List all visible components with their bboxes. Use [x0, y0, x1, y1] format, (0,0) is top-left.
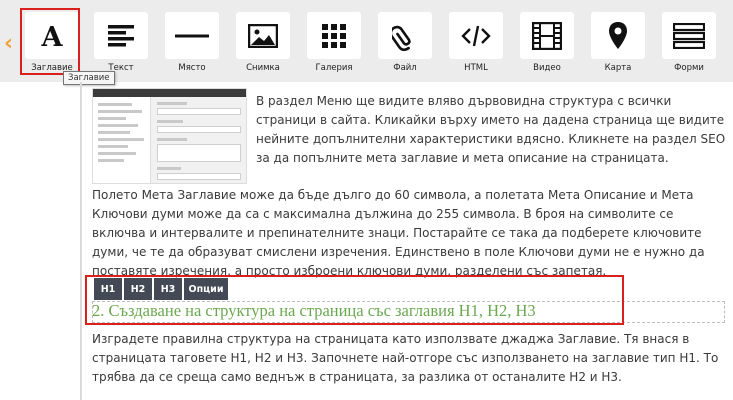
- seo-screenshot-thumbnail: [92, 88, 247, 184]
- tool-label: Галерия: [315, 63, 353, 73]
- paragraph-menu: В раздел Меню ще видите вляво дървовидна…: [256, 94, 726, 165]
- form-icon: [662, 12, 716, 59]
- spacer-line-icon: [165, 12, 219, 59]
- tool-video[interactable]: Видео: [518, 12, 576, 78]
- gallery-grid-icon: [307, 12, 361, 59]
- tool-text[interactable]: Текст: [92, 12, 150, 78]
- highlight-heading-tool: [20, 8, 80, 75]
- code-icon: [449, 12, 503, 59]
- paperclip-icon: [378, 12, 432, 59]
- image-icon: [236, 12, 290, 59]
- highlight-heading-widget: [85, 275, 624, 325]
- tool-label: Форми: [674, 63, 704, 73]
- tool-label: Карта: [604, 63, 632, 73]
- tool-label: Видео: [533, 63, 561, 73]
- widget-toolbar: ‹ A Заглавие Текст Място Снимка Галерия: [0, 0, 733, 82]
- tool-map[interactable]: Карта: [589, 12, 647, 78]
- tool-label: Файл: [393, 63, 417, 73]
- tool-spacer[interactable]: Място: [163, 12, 221, 78]
- map-pin-icon: [591, 12, 645, 59]
- film-icon: [520, 12, 574, 59]
- paragraph-meta: Полето Мета Заглавие може да бъде дълго …: [92, 188, 705, 278]
- tool-file[interactable]: Файл: [376, 12, 434, 78]
- tool-label: Място: [178, 63, 206, 73]
- tool-label: HTML: [464, 63, 488, 73]
- tool-image[interactable]: Снимка: [234, 12, 292, 78]
- tooltip: Заглавие: [63, 71, 115, 85]
- text-align-icon: [94, 12, 148, 59]
- tool-html[interactable]: HTML: [447, 12, 505, 78]
- content-left-rule: [80, 82, 82, 400]
- tool-label: Снимка: [246, 63, 280, 73]
- paragraph-structure: Изградете правилна структура на страница…: [92, 332, 719, 384]
- tool-forms[interactable]: Форми: [660, 12, 718, 78]
- tool-gallery[interactable]: Галерия: [305, 12, 363, 78]
- chevron-left-icon[interactable]: ‹: [4, 33, 18, 55]
